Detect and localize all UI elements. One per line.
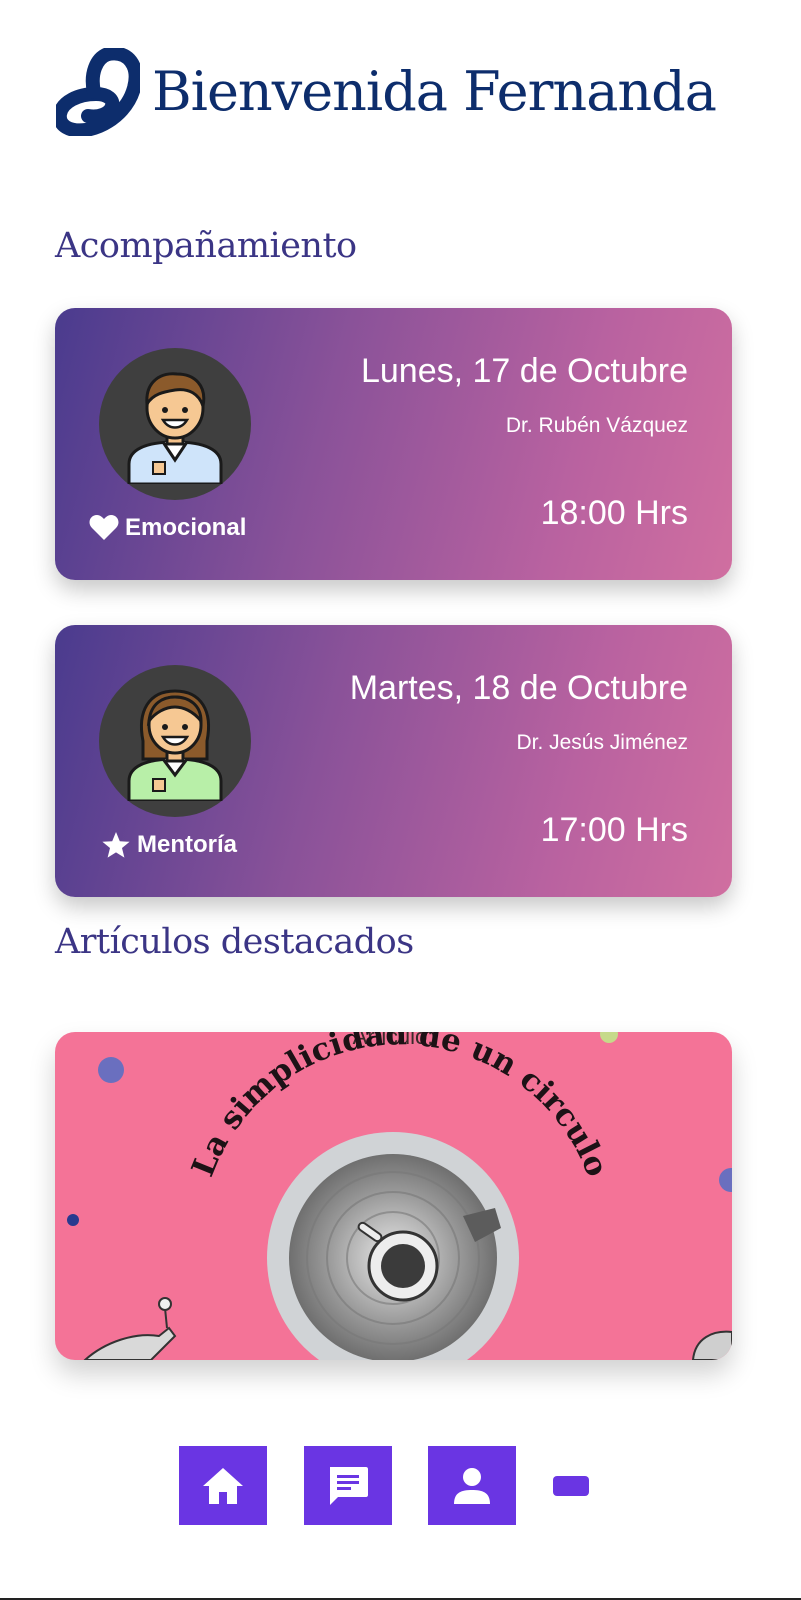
article-cover-image: Artículo: La simplicidad de un circulo: [67, 1032, 732, 1360]
decor-dot: [67, 1214, 79, 1226]
category-label: Emocional: [125, 514, 247, 541]
session-time: 18:00 Hrs: [540, 494, 688, 532]
decor-dot: [719, 1168, 732, 1192]
decor-dot: [600, 1032, 618, 1043]
nav-chat-button[interactable]: [304, 1446, 392, 1525]
decor-dot: [98, 1057, 124, 1083]
minus-icon[interactable]: [553, 1476, 589, 1496]
featured-article-card[interactable]: Artículo: La simplicidad de un circulo: [55, 1032, 732, 1360]
nav-profile-button[interactable]: [428, 1446, 516, 1525]
session-doctor: Dr. Jesús Jiménez: [516, 731, 688, 754]
session-date: Martes, 18 de Octubre: [349, 669, 688, 707]
app-header: Bienvenida Fernanda: [56, 48, 717, 136]
section-title-acompanamiento: Acompañamiento: [55, 226, 357, 266]
male-doctor-avatar-icon: [127, 372, 223, 484]
session-doctor: Dr. Rubén Vázquez: [505, 414, 688, 437]
category-tag: Emocional: [89, 514, 246, 542]
welcome-title: Bienvenida Fernanda: [152, 60, 717, 123]
avatar: [99, 348, 251, 500]
flower-icon: [158, 1297, 172, 1311]
session-time: 17:00 Hrs: [540, 811, 688, 849]
category-label: Mentoría: [137, 831, 238, 858]
avatar: [99, 665, 251, 817]
bottom-nav: [0, 1446, 801, 1526]
brand-logo-icon: [56, 48, 140, 136]
chat-icon: [330, 1466, 368, 1505]
heart-icon: [89, 515, 119, 540]
female-doctor-avatar-icon: [127, 689, 223, 801]
nav-home-button[interactable]: [179, 1446, 267, 1525]
hand-image: [83, 1326, 177, 1360]
home-icon: [203, 1467, 243, 1504]
session-card[interactable]: Emocional Lunes, 17 de Octubre Dr. Rubén…: [55, 308, 732, 580]
profile-icon: [454, 1467, 490, 1504]
session-date: Lunes, 17 de Octubre: [360, 352, 688, 390]
hand-image: [691, 1330, 732, 1360]
star-icon: [102, 832, 130, 858]
session-card[interactable]: Mentoría Martes, 18 de Octubre Dr. Jesús…: [55, 625, 732, 897]
category-tag: Mentoría: [101, 831, 237, 859]
section-title-articulos: Artículos destacados: [55, 922, 414, 962]
